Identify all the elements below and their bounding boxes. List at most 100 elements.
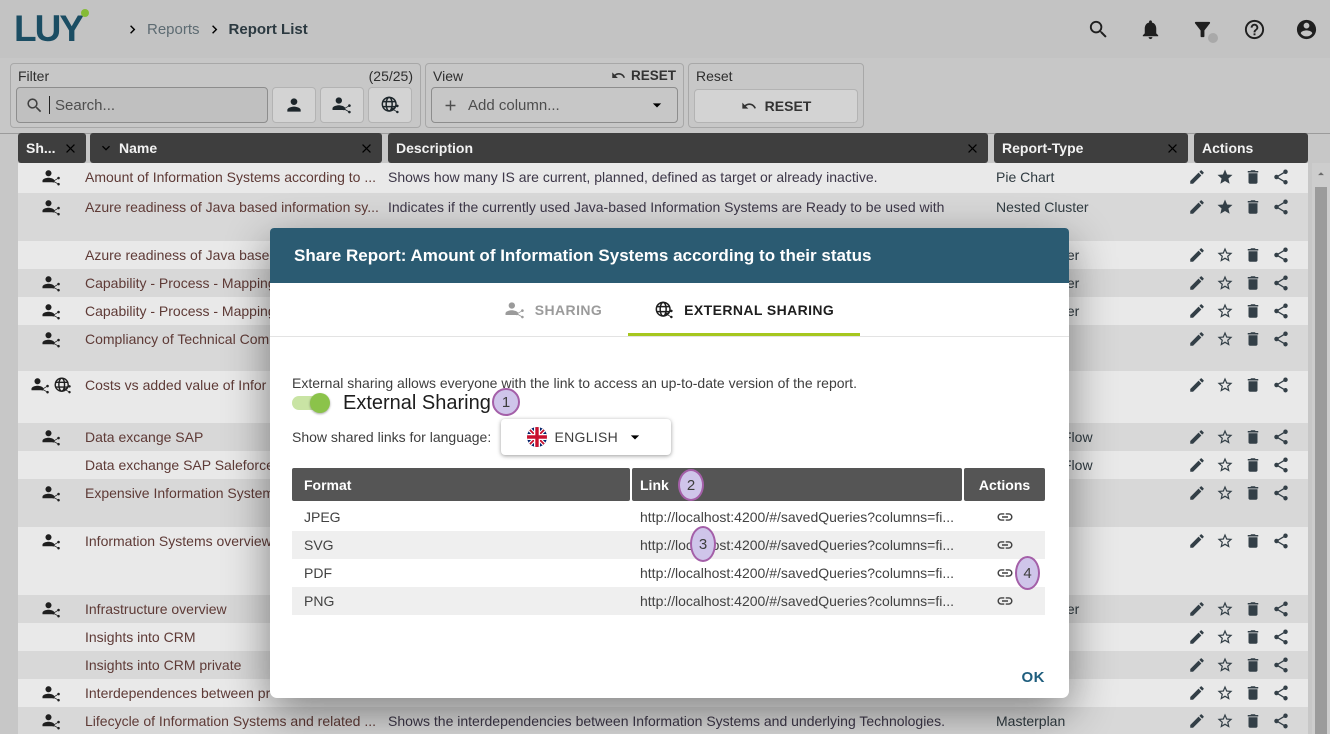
close-icon[interactable] xyxy=(965,141,980,156)
favorite-star-icon[interactable] xyxy=(1216,628,1234,646)
share-icon[interactable] xyxy=(1272,274,1290,292)
ok-button[interactable]: OK xyxy=(1022,669,1046,686)
edit-icon[interactable] xyxy=(1188,330,1206,348)
delete-icon[interactable] xyxy=(1244,428,1262,446)
delete-icon[interactable] xyxy=(1244,198,1262,216)
delete-icon[interactable] xyxy=(1244,532,1262,550)
share-link-url[interactable]: http://localhost:4200/#/savedQueries?col… xyxy=(632,537,964,553)
copy-link-icon[interactable] xyxy=(996,536,1014,554)
share-icon[interactable] xyxy=(1272,628,1290,646)
share-link-url[interactable]: http://localhost:4200/#/savedQueries?col… xyxy=(632,509,964,525)
edit-icon[interactable] xyxy=(1188,274,1206,292)
favorite-star-icon[interactable] xyxy=(1216,168,1234,186)
delete-icon[interactable] xyxy=(1244,330,1262,348)
edit-icon[interactable] xyxy=(1188,168,1206,186)
share-link-url[interactable]: http://localhost:4200/#/savedQueries?col… xyxy=(632,565,964,581)
favorite-star-icon[interactable] xyxy=(1216,198,1234,216)
share-icon[interactable] xyxy=(1272,246,1290,264)
edit-icon[interactable] xyxy=(1188,456,1206,474)
shared-reports-filter-button[interactable] xyxy=(320,87,364,123)
share-icon[interactable] xyxy=(1272,198,1290,216)
notifications-icon[interactable] xyxy=(1139,18,1162,41)
delete-icon[interactable] xyxy=(1244,168,1262,186)
tab-sharing[interactable]: SHARING xyxy=(479,283,628,336)
favorite-star-icon[interactable] xyxy=(1216,456,1234,474)
share-icon[interactable] xyxy=(1272,684,1290,702)
favorite-star-icon[interactable] xyxy=(1216,428,1234,446)
language-dropdown[interactable]: ENGLISH xyxy=(501,419,671,455)
edit-icon[interactable] xyxy=(1188,712,1206,730)
my-reports-filter-button[interactable] xyxy=(272,87,316,123)
favorite-star-icon[interactable] xyxy=(1216,532,1234,550)
column-header-report-type[interactable]: Report-Type xyxy=(994,133,1188,163)
delete-icon[interactable] xyxy=(1244,302,1262,320)
favorite-star-icon[interactable] xyxy=(1216,600,1234,618)
sort-chevron-down-icon[interactable] xyxy=(98,140,114,156)
report-name-link[interactable]: Lifecycle of Information Systems and rel… xyxy=(85,707,382,734)
delete-icon[interactable] xyxy=(1244,684,1262,702)
share-icon[interactable] xyxy=(1272,712,1290,730)
copy-link-icon[interactable] xyxy=(996,592,1014,610)
help-icon[interactable] xyxy=(1243,18,1266,41)
share-icon[interactable] xyxy=(1272,656,1290,674)
reset-button[interactable]: RESET xyxy=(694,89,858,123)
delete-icon[interactable] xyxy=(1244,484,1262,502)
external-shared-filter-button[interactable] xyxy=(368,87,412,123)
favorite-star-icon[interactable] xyxy=(1216,246,1234,264)
column-header-name[interactable]: Name xyxy=(90,133,382,163)
favorite-star-icon[interactable] xyxy=(1216,302,1234,320)
close-icon[interactable] xyxy=(1165,141,1180,156)
copy-link-icon[interactable] xyxy=(996,564,1014,582)
share-icon[interactable] xyxy=(1272,376,1290,394)
view-reset-link[interactable]: RESET xyxy=(611,68,676,83)
share-icon[interactable] xyxy=(1272,302,1290,320)
column-header-description[interactable]: Description xyxy=(388,133,988,163)
share-icon[interactable] xyxy=(1272,484,1290,502)
account-icon[interactable] xyxy=(1295,18,1318,41)
edit-icon[interactable] xyxy=(1188,484,1206,502)
table-scrollbar[interactable] xyxy=(1312,163,1330,734)
delete-icon[interactable] xyxy=(1244,600,1262,618)
filter-icon[interactable] xyxy=(1191,18,1214,41)
copy-link-icon[interactable] xyxy=(996,508,1014,526)
close-icon[interactable] xyxy=(63,141,78,156)
share-icon[interactable] xyxy=(1272,168,1290,186)
share-icon[interactable] xyxy=(1272,330,1290,348)
edit-icon[interactable] xyxy=(1188,302,1206,320)
share-link-url[interactable]: http://localhost:4200/#/savedQueries?col… xyxy=(632,593,964,609)
add-column-dropdown[interactable]: Add column... xyxy=(431,87,678,123)
edit-icon[interactable] xyxy=(1188,532,1206,550)
search-input[interactable]: Search... xyxy=(16,87,268,123)
table-row[interactable]: Lifecycle of Information Systems and rel… xyxy=(18,707,1308,734)
luy-logo[interactable]: LUY xyxy=(14,0,88,58)
share-icon[interactable] xyxy=(1272,532,1290,550)
favorite-star-icon[interactable] xyxy=(1216,684,1234,702)
favorite-star-icon[interactable] xyxy=(1216,330,1234,348)
edit-icon[interactable] xyxy=(1188,600,1206,618)
edit-icon[interactable] xyxy=(1188,198,1206,216)
external-sharing-toggle[interactable] xyxy=(292,396,328,410)
delete-icon[interactable] xyxy=(1244,628,1262,646)
delete-icon[interactable] xyxy=(1244,456,1262,474)
favorite-star-icon[interactable] xyxy=(1216,274,1234,292)
edit-icon[interactable] xyxy=(1188,246,1206,264)
favorite-star-icon[interactable] xyxy=(1216,484,1234,502)
delete-icon[interactable] xyxy=(1244,246,1262,264)
column-header-shared[interactable]: Sh... xyxy=(18,133,86,163)
delete-icon[interactable] xyxy=(1244,656,1262,674)
report-name-link[interactable]: Amount of Information Systems according … xyxy=(85,163,382,193)
edit-icon[interactable] xyxy=(1188,428,1206,446)
favorite-star-icon[interactable] xyxy=(1216,712,1234,730)
favorite-star-icon[interactable] xyxy=(1216,376,1234,394)
share-icon[interactable] xyxy=(1272,456,1290,474)
delete-icon[interactable] xyxy=(1244,274,1262,292)
breadcrumb-reports[interactable]: Reports xyxy=(147,21,200,38)
edit-icon[interactable] xyxy=(1188,684,1206,702)
edit-icon[interactable] xyxy=(1188,656,1206,674)
scrollbar-up-icon[interactable] xyxy=(1312,163,1330,185)
search-icon[interactable] xyxy=(1087,18,1110,41)
delete-icon[interactable] xyxy=(1244,376,1262,394)
edit-icon[interactable] xyxy=(1188,376,1206,394)
close-icon[interactable] xyxy=(359,141,374,156)
table-row[interactable]: Amount of Information Systems according … xyxy=(18,163,1308,193)
